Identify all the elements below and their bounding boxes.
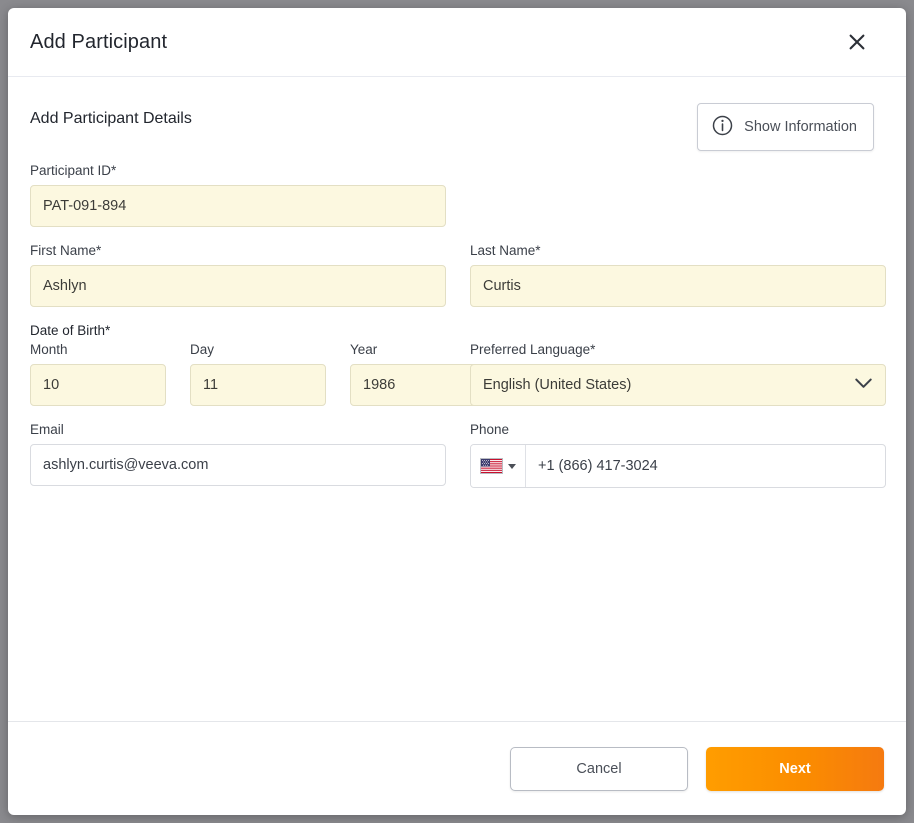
dialog-title: Add Participant — [30, 30, 168, 53]
show-information-label: Show Information — [744, 119, 857, 135]
phone-country-selector[interactable] — [471, 445, 526, 487]
add-participant-dialog: Add Participant Add Participant Details — [8, 8, 906, 815]
participant-id-label: Participant ID* — [30, 163, 117, 178]
field-last-name: Last Name* — [470, 243, 886, 307]
field-preferred-language: Preferred Language* — [470, 323, 886, 406]
dob-year-label: Year — [350, 342, 378, 357]
us-flag-icon — [480, 458, 503, 474]
last-name-input[interactable] — [470, 265, 886, 307]
field-email: Email — [30, 422, 446, 488]
preferred-language-select[interactable] — [470, 364, 886, 406]
date-of-birth-inputs: Month Day Year — [30, 342, 486, 406]
dob-month-input[interactable] — [30, 364, 166, 406]
close-icon — [848, 33, 866, 51]
form-row-name: First Name* Last Name* — [30, 243, 886, 307]
field-dob-day: Day — [190, 342, 326, 406]
first-name-input[interactable] — [30, 265, 446, 307]
email-input[interactable] — [30, 444, 446, 486]
field-first-name: First Name* — [30, 243, 446, 307]
field-dob-year: Year — [350, 342, 486, 406]
section-title: Add Participant Details — [30, 110, 192, 127]
field-date-of-birth: Date of Birth* Month Day Year — [30, 323, 486, 406]
participant-id-input[interactable] — [30, 185, 446, 227]
close-button[interactable] — [842, 27, 872, 57]
phone-input-group — [470, 444, 886, 488]
dob-month-label: Month — [30, 342, 68, 357]
dialog-footer: Cancel Next — [8, 721, 906, 815]
date-of-birth-label: Date of Birth* — [30, 323, 111, 338]
phone-input[interactable] — [526, 445, 885, 487]
info-circle-icon — [712, 115, 733, 139]
form-row-email-phone: Email Phone — [30, 422, 886, 488]
dob-day-label: Day — [190, 342, 215, 357]
field-participant-id: Participant ID* — [30, 163, 446, 227]
participant-form: Participant ID* First Name* Last Name* — [30, 163, 886, 488]
preferred-language-select-wrap — [470, 364, 886, 406]
form-row-participant-id-spacer — [470, 163, 886, 227]
show-information-button[interactable]: Show Information — [697, 103, 874, 151]
next-button[interactable]: Next — [706, 746, 884, 791]
first-name-label: First Name* — [30, 243, 102, 258]
body-header-row: Add Participant Details Show Information — [30, 103, 884, 151]
phone-label: Phone — [470, 422, 510, 437]
last-name-label: Last Name* — [470, 243, 541, 258]
preferred-language-label: Preferred Language* — [470, 342, 596, 357]
dob-year-input[interactable] — [350, 364, 486, 406]
dialog-body: Add Participant Details Show Information… — [8, 77, 906, 721]
dob-day-input[interactable] — [190, 364, 326, 406]
field-phone: Phone — [470, 422, 886, 488]
form-row-participant-id: Participant ID* — [30, 163, 884, 227]
dialog-header: Add Participant — [8, 8, 906, 77]
email-label: Email — [30, 422, 64, 437]
form-row-dob-language: Date of Birth* Month Day Year — [30, 323, 886, 406]
field-dob-month: Month — [30, 342, 166, 406]
caret-down-icon — [508, 463, 516, 469]
cancel-button[interactable]: Cancel — [510, 746, 688, 791]
